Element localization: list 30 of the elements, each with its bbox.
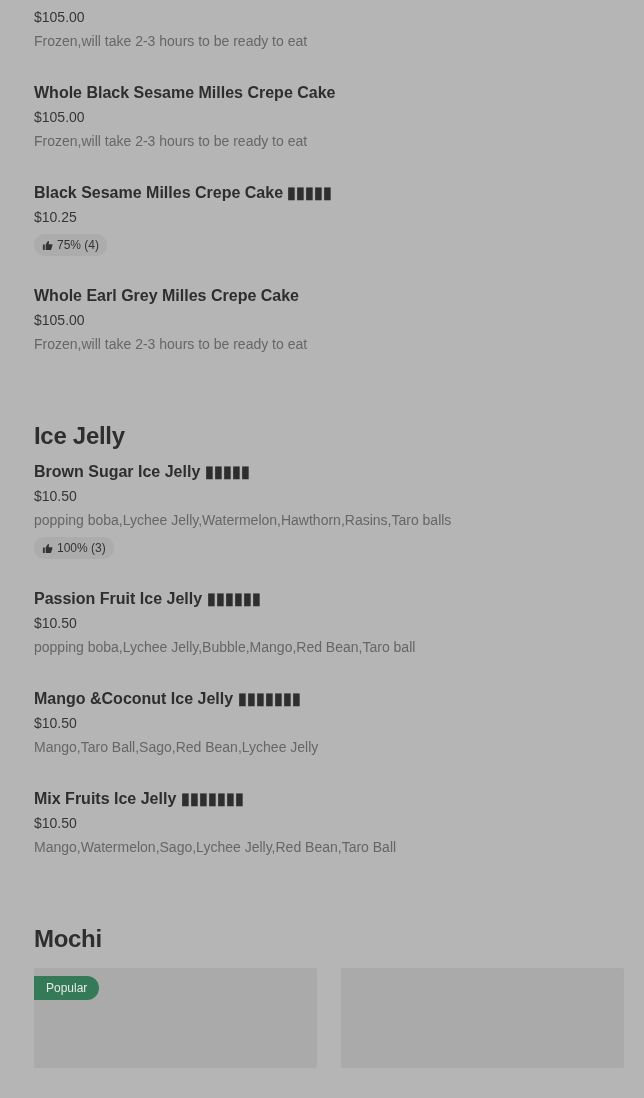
item-price: $10.50 [34, 814, 77, 833]
section-heading: Mochi [34, 925, 102, 952]
thumbs-up-icon [42, 239, 53, 251]
rating-badge: 75% (4) [34, 234, 108, 256]
item-description: Frozen,will take 2-3 hours to be ready to eat [34, 335, 308, 354]
item-name[interactable]: Mango &Coconut Ice Jelly ▮▮▮▮▮▮▮ [34, 687, 301, 711]
thumbs-up-icon [42, 542, 53, 554]
item-description: Mango,Watermelon,Sago,Lychee Jelly,Red Bean,Taro Ball [34, 838, 397, 857]
item-name[interactable]: Whole Black Sesame Milles Crepe Cake [34, 81, 336, 105]
item-price: $105.00 [34, 8, 85, 27]
item-price: $105.00 [34, 108, 85, 127]
item-name[interactable]: Brown Sugar Ice Jelly ▮▮▮▮▮ [34, 460, 250, 484]
item-description: Mango,Taro Ball,Sago,Red Bean,Lychee Jelly [34, 738, 319, 757]
item-name[interactable]: Black Sesame Milles Crepe Cake ▮▮▮▮▮ [34, 181, 333, 205]
item-price: $10.50 [34, 487, 77, 506]
item-name[interactable]: Passion Fruit Ice Jelly ▮▮▮▮▮▮ [34, 587, 261, 611]
item-name[interactable]: Mix Fruits Ice Jelly ▮▮▮▮▮▮▮ [34, 787, 244, 811]
item-price: $10.25 [34, 208, 77, 227]
item-description: popping boba,Lychee Jelly,Watermelon,Hawthorn,Rasins,Taro balls [34, 511, 452, 530]
item-name[interactable]: Whole Earl Grey Milles Crepe Cake [34, 284, 299, 308]
rating-badge: 100% (3) [34, 537, 114, 559]
popular-tag: Popular [34, 976, 100, 1000]
item-description: Frozen,will take 2-3 hours to be ready to eat [34, 32, 308, 51]
section-heading: Ice Jelly [34, 422, 125, 449]
item-description: Frozen,will take 2-3 hours to be ready to eat [34, 132, 308, 151]
item-description: popping boba,Lychee Jelly,Bubble,Mango,Red Bean,Taro ball [34, 638, 416, 657]
item-price: $10.50 [34, 714, 77, 733]
image-placeholder[interactable]: Popular [34, 968, 317, 1068]
item-price: $10.50 [34, 614, 77, 633]
item-price: $105.00 [34, 311, 85, 330]
